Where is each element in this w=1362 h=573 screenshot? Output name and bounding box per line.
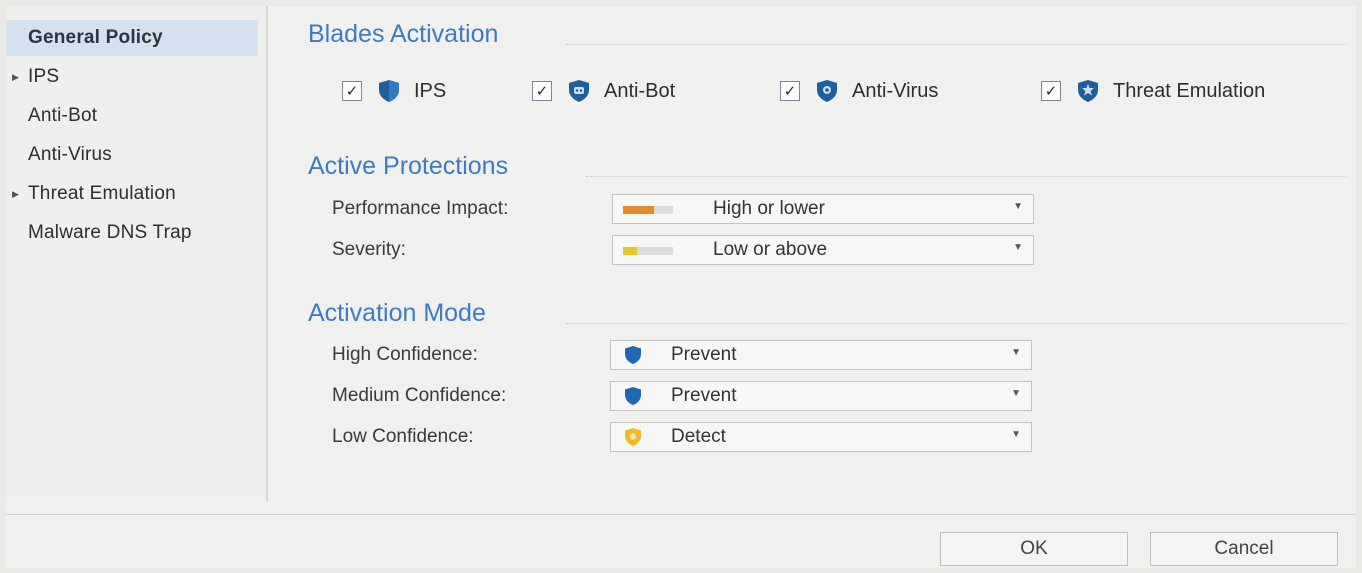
severity-dropdown[interactable]: Low or above ▼ <box>612 235 1034 265</box>
low-confidence-dropdown[interactable]: Detect ▼ <box>610 422 1032 452</box>
sidebar-item-ips[interactable]: ▶ IPS <box>6 59 266 95</box>
blade-anti-virus[interactable]: ✓ Anti-Virus <box>780 74 938 108</box>
high-confidence-dropdown[interactable]: Prevent ▼ <box>610 340 1032 370</box>
dropdown-value: Low or above <box>713 239 828 260</box>
virus-shield-icon <box>816 79 838 103</box>
severity-level-bar <box>623 247 673 255</box>
chevron-down-icon: ▼ <box>1011 429 1021 440</box>
shield-icon <box>378 79 400 103</box>
blade-threat-emulation[interactable]: ✓ Threat Emulation <box>1041 74 1265 108</box>
sidebar-item-label: General Policy <box>28 27 163 48</box>
cancel-button[interactable]: Cancel <box>1150 532 1338 566</box>
expand-arrow-icon[interactable]: ▶ <box>12 176 19 212</box>
impact-level-bar <box>623 206 673 214</box>
severity-label: Severity: <box>332 239 406 260</box>
ok-button[interactable]: OK <box>940 532 1128 566</box>
blade-ips[interactable]: ✓ IPS <box>342 74 446 108</box>
prevent-shield-icon <box>625 346 641 364</box>
sidebar: General Policy ▶ IPS Anti-Bot Anti-Virus… <box>6 6 268 501</box>
chevron-down-icon: ▼ <box>1011 388 1021 399</box>
expand-arrow-icon[interactable]: ▶ <box>12 59 19 95</box>
section-divider <box>566 44 1346 45</box>
performance-impact-label: Performance Impact: <box>332 198 509 219</box>
ips-checkbox[interactable]: ✓ <box>342 81 362 101</box>
blade-label: Anti-Bot <box>604 79 676 102</box>
sidebar-item-anti-bot[interactable]: Anti-Bot <box>6 98 266 134</box>
chevron-down-icon: ▼ <box>1013 201 1023 212</box>
high-confidence-label: High Confidence: <box>332 344 478 365</box>
sidebar-item-label: Threat Emulation <box>28 183 176 204</box>
sidebar-item-label: Anti-Bot <box>28 105 98 126</box>
sidebar-item-label: IPS <box>28 66 60 87</box>
anti-bot-checkbox[interactable]: ✓ <box>532 81 552 101</box>
chevron-down-icon: ▼ <box>1013 242 1023 253</box>
performance-impact-dropdown[interactable]: High or lower ▼ <box>612 194 1034 224</box>
bot-shield-icon <box>568 79 590 103</box>
sidebar-item-threat-emulation[interactable]: ▶ Threat Emulation <box>6 176 266 212</box>
active-protections-title: Active Protections <box>308 152 509 180</box>
dropdown-value: High or lower <box>713 198 825 219</box>
threat-prevention-policy-window: General Policy ▶ IPS Anti-Bot Anti-Virus… <box>6 6 1356 568</box>
dropdown-value: Prevent <box>671 344 737 365</box>
dropdown-value: Detect <box>671 426 726 447</box>
medium-confidence-dropdown[interactable]: Prevent ▼ <box>610 381 1032 411</box>
blades-activation-title: Blades Activation <box>308 20 499 48</box>
blade-label: IPS <box>414 79 447 102</box>
detect-shield-icon <box>625 428 641 446</box>
prevent-shield-icon <box>625 387 641 405</box>
medium-confidence-label: Medium Confidence: <box>332 385 507 406</box>
threat-emulation-checkbox[interactable]: ✓ <box>1041 81 1061 101</box>
blade-label: Anti-Virus <box>852 79 939 102</box>
sidebar-item-label: Anti-Virus <box>28 144 113 165</box>
blade-label: Threat Emulation <box>1113 79 1266 102</box>
sidebar-item-anti-virus[interactable]: Anti-Virus <box>6 137 266 173</box>
section-divider <box>566 323 1346 324</box>
chevron-down-icon: ▼ <box>1011 347 1021 358</box>
activation-mode-title: Activation Mode <box>308 299 486 327</box>
sidebar-item-general-policy[interactable]: General Policy <box>6 20 258 56</box>
low-confidence-label: Low Confidence: <box>332 426 474 447</box>
dropdown-value: Prevent <box>671 385 737 406</box>
sidebar-item-malware-dns-trap[interactable]: Malware DNS Trap <box>6 215 266 251</box>
main-panel: Blades Activation ✓ IPS ✓ Anti-Bot ✓ Ant… <box>268 6 1356 501</box>
blade-anti-bot[interactable]: ✓ Anti-Bot <box>532 74 675 108</box>
anti-virus-checkbox[interactable]: ✓ <box>780 81 800 101</box>
section-divider <box>586 176 1346 177</box>
sidebar-item-label: Malware DNS Trap <box>28 222 192 243</box>
threat-emulation-icon <box>1077 79 1099 103</box>
footer-divider <box>6 514 1356 515</box>
